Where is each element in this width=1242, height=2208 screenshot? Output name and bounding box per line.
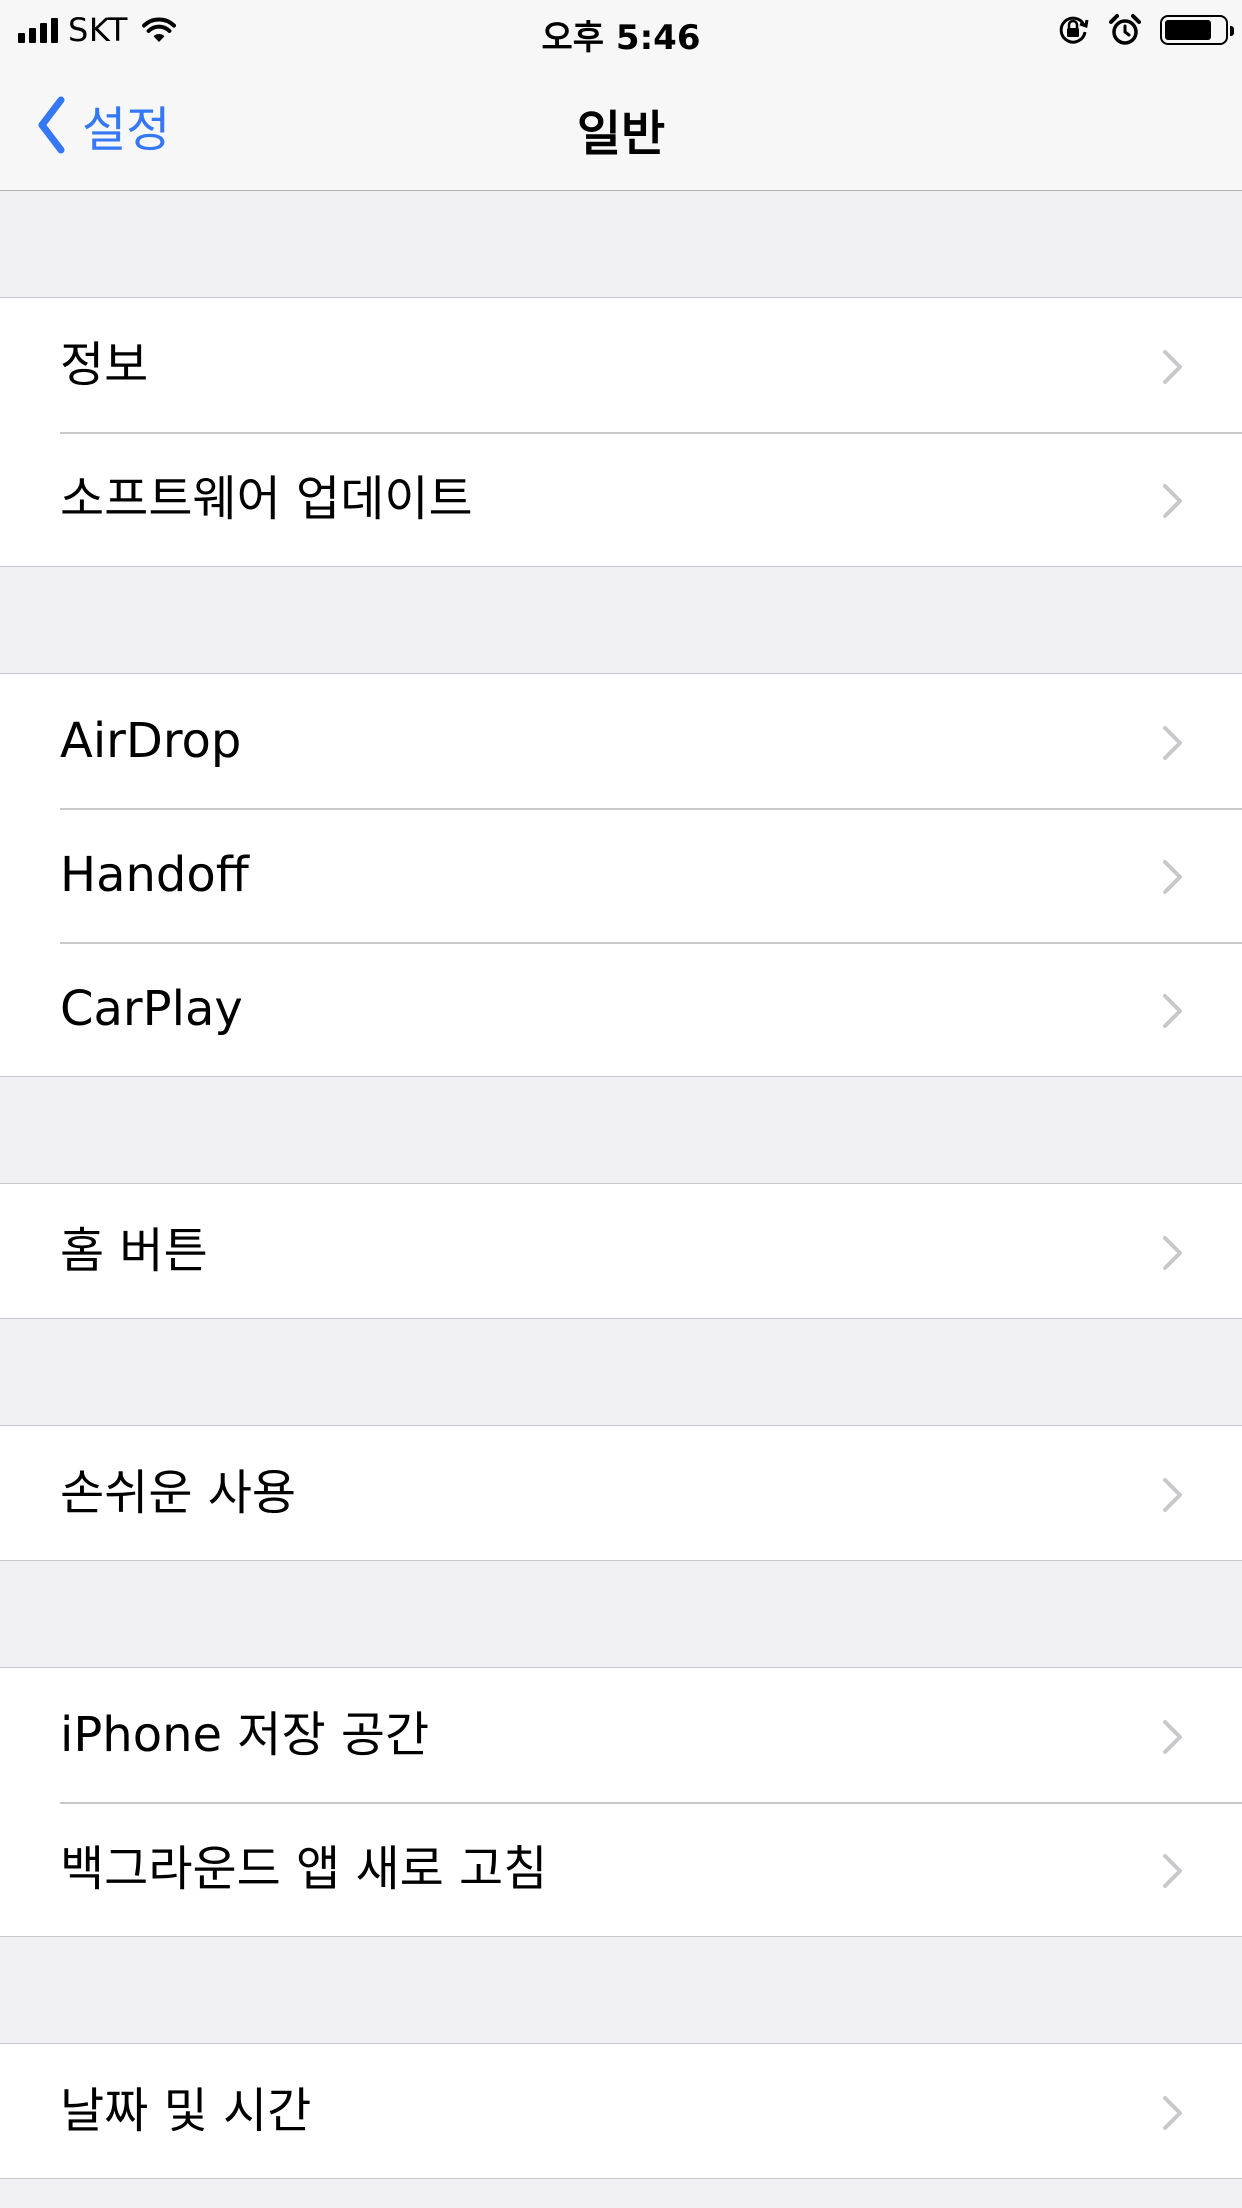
settings-group: 손쉬운 사용 <box>0 1425 1242 1561</box>
settings-row[interactable]: Handoff <box>0 808 1242 942</box>
orientation-lock-icon <box>1059 16 1089 44</box>
page-title: 일반 <box>576 106 666 162</box>
settings-list: 정보소프트웨어 업데이트 AirDrop Handoff CarPlay 홈 버튼손쉬운… <box>0 191 1242 2179</box>
settings-group: 날짜 및 시간 <box>0 2043 1242 2179</box>
battery-icon <box>1160 15 1234 45</box>
chevron-right-icon <box>1162 349 1184 389</box>
settings-group: AirDrop Handoff CarPlay <box>0 673 1242 1077</box>
settings-row-label: 날짜 및 시간 <box>60 2083 312 2139</box>
settings-row-label: 홈 버튼 <box>60 1223 208 1279</box>
settings-row[interactable]: 소프트웨어 업데이트 <box>0 432 1242 566</box>
settings-row-label: AirDrop <box>60 713 242 769</box>
section-spacer <box>0 1319 1242 1425</box>
settings-row[interactable]: AirDrop <box>0 674 1242 808</box>
settings-row-label: Handoff <box>60 847 249 903</box>
settings-row[interactable]: 백그라운드 앱 새로 고침 <box>0 1802 1242 1936</box>
settings-group: 홈 버튼 <box>0 1183 1242 1319</box>
chevron-right-icon <box>1162 2095 1184 2135</box>
settings-row-label: 정보 <box>60 337 149 393</box>
section-spacer <box>0 567 1242 673</box>
alarm-icon <box>1109 14 1141 45</box>
battery-cap <box>1230 26 1234 36</box>
status-right <box>1056 10 1234 50</box>
settings-group: iPhone 저장 공간백그라운드 앱 새로 고침 <box>0 1667 1242 1937</box>
navigation-bar: 설정 일반 <box>0 60 1242 191</box>
settings-row[interactable]: 정보 <box>0 298 1242 432</box>
settings-group: 정보소프트웨어 업데이트 <box>0 297 1242 567</box>
settings-row[interactable]: 손쉬운 사용 <box>0 1426 1242 1560</box>
section-spacer <box>0 191 1242 297</box>
battery-level <box>1165 20 1211 40</box>
settings-row[interactable]: CarPlay <box>0 942 1242 1076</box>
section-spacer <box>0 1561 1242 1667</box>
chevron-right-icon <box>1162 1235 1184 1275</box>
chevron-right-icon <box>1162 859 1184 899</box>
settings-row[interactable]: iPhone 저장 공간 <box>0 1668 1242 1802</box>
settings-row-label: CarPlay <box>60 981 243 1037</box>
chevron-right-icon <box>1162 1719 1184 1759</box>
section-spacer <box>0 1937 1242 2043</box>
settings-row-label: 소프트웨어 업데이트 <box>60 471 473 527</box>
chevron-right-icon <box>1162 1853 1184 1893</box>
settings-row[interactable]: 날짜 및 시간 <box>0 2044 1242 2178</box>
chevron-right-icon <box>1162 993 1184 1033</box>
chevron-right-icon <box>1162 1477 1184 1517</box>
settings-row-label: iPhone 저장 공간 <box>60 1707 430 1763</box>
settings-row-label: 백그라운드 앱 새로 고침 <box>60 1841 548 1897</box>
status-bar: SKT 오후 5:46 <box>0 0 1242 60</box>
section-spacer <box>0 1077 1242 1183</box>
chevron-right-icon <box>1162 725 1184 765</box>
chevron-right-icon <box>1162 483 1184 523</box>
settings-row-label: 손쉬운 사용 <box>60 1465 297 1521</box>
settings-row[interactable]: 홈 버튼 <box>0 1184 1242 1318</box>
